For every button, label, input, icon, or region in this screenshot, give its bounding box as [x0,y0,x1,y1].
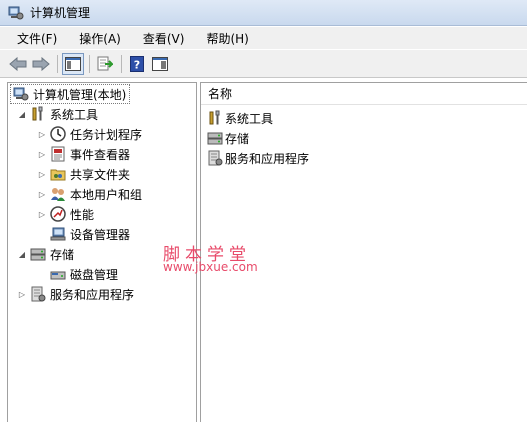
users-icon [50,186,66,202]
expand-triangle-icon[interactable]: ▷ [36,168,48,180]
menu-action[interactable]: 操作(A) [68,28,132,49]
expand-triangle-icon[interactable]: ▷ [16,288,28,300]
tree-item-label: 性能 [70,207,95,222]
tree-item-label: 磁盘管理 [70,267,119,282]
computer-management-icon [13,86,29,102]
tree-item-label: 存储 [50,247,75,262]
toolbar-separator [121,54,122,73]
tree-item-label: 任务计划程序 [70,127,143,142]
tree-item-event-viewer[interactable]: ▷ 事件查看器 [36,144,130,164]
clock-icon [50,126,66,142]
tree-item-task-scheduler[interactable]: ▷ 任务计划程序 [36,124,142,144]
tree-item-root[interactable]: 计算机管理(本地) [10,84,131,104]
title-bar: 计算机管理 [0,0,527,26]
list-item-label: 存储 [225,131,250,146]
tree-item-label: 共享文件夹 [70,167,131,182]
services-icon [30,286,46,302]
menu-view[interactable]: 查看(V) [132,28,196,49]
tools-icon [30,106,46,122]
list-item[interactable]: 系统工具 [207,108,273,128]
tree-item-label: 服务和应用程序 [50,287,135,302]
toolbar-separator [89,54,90,73]
export-list-icon[interactable] [94,53,116,75]
forward-arrow-icon[interactable] [30,53,52,75]
show-tree-icon[interactable] [62,52,84,75]
menu-file[interactable]: 文件(F) [6,28,68,49]
tree-item-label: 设备管理器 [70,227,131,242]
storage-icon [30,246,46,262]
tree-item-label: 计算机管理(本地) [33,87,127,102]
tree-item-storage[interactable]: ◢ 存储 [16,244,74,264]
tree-item-performance[interactable]: ▷ 性能 [36,204,94,224]
device-manager-icon [50,226,66,242]
menu-bar: 文件(F) 操作(A) 查看(V) 帮助(H) [0,27,527,49]
storage-icon [207,130,223,146]
tree-item-label: 系统工具 [50,107,99,122]
tree-item-local-users[interactable]: ▷ 本地用户和组 [36,184,142,204]
svg-text:?: ? [134,58,140,71]
expand-triangle-icon[interactable]: ▷ [36,148,48,160]
performance-icon [50,206,66,222]
collapse-triangle-icon[interactable]: ◢ [16,108,28,120]
watermark-url: www.jbxue.com [163,260,258,274]
tree-item-shared-folders[interactable]: ▷ 共享文件夹 [36,164,130,184]
tree-item-device-manager[interactable]: 设备管理器 [48,224,130,244]
event-viewer-icon [50,146,66,162]
tools-icon [207,110,223,126]
list-item-label: 服务和应用程序 [225,151,310,166]
console-pane-icon[interactable] [149,53,171,75]
back-arrow-icon[interactable] [7,53,29,75]
list-item-label: 系统工具 [225,111,274,126]
column-header-label: 名称 [208,87,233,101]
column-header-name[interactable]: 名称 [201,83,527,105]
tree-item-label: 本地用户和组 [70,187,143,202]
window-title: 计算机管理 [30,6,91,20]
list-item[interactable]: 服务和应用程序 [207,148,309,168]
help-icon[interactable]: ? [126,53,148,75]
computer-management-icon [8,5,24,21]
expand-triangle-icon[interactable]: ▷ [36,188,48,200]
list-item[interactable]: 存储 [207,128,249,148]
expand-triangle-icon[interactable]: ▷ [36,128,48,140]
shared-folder-icon [50,166,66,182]
menu-help[interactable]: 帮助(H) [195,28,259,49]
toolbar-separator [57,54,58,73]
collapse-triangle-icon[interactable]: ◢ [16,248,28,260]
disk-management-icon [50,266,66,282]
tree-item-label: 事件查看器 [70,147,131,162]
tree-item-services[interactable]: ▷ 服务和应用程序 [16,284,134,304]
tree-item-system-tools[interactable]: ◢ 系统工具 [16,104,98,124]
expand-triangle-icon[interactable]: ▷ [36,208,48,220]
toolbar: ? [0,50,527,78]
tree-item-disk-management[interactable]: 磁盘管理 [48,264,118,284]
services-icon [207,150,223,166]
